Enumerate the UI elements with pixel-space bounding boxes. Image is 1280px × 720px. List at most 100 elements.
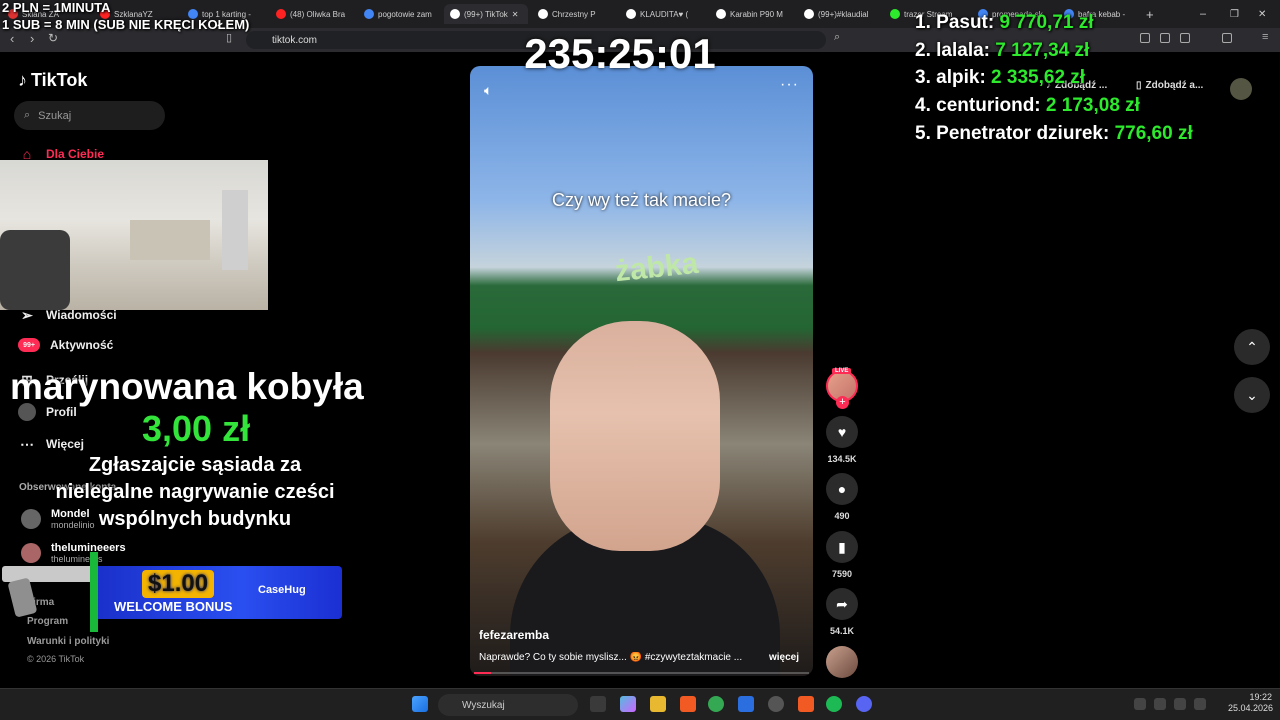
- comment-button[interactable]: ● 490: [826, 473, 858, 521]
- search-icon: ⌕: [24, 109, 31, 121]
- tiktok-icon: [804, 9, 814, 19]
- tab-3[interactable]: (48) Oliwka Bra: [276, 4, 352, 24]
- user-avatar[interactable]: [1230, 78, 1252, 100]
- wallet-icon[interactable]: [1180, 33, 1190, 43]
- kick-icon: [890, 9, 900, 19]
- share-count: 54.1K: [829, 626, 855, 636]
- chevron-down-icon: ⌄: [1246, 386, 1258, 403]
- copilot-icon[interactable]: [620, 696, 636, 712]
- discord-icon[interactable]: [856, 696, 872, 712]
- chevron-up-icon: ⌃: [1246, 338, 1258, 355]
- close-tab-icon[interactable]: ✕: [512, 10, 519, 19]
- task-view-icon[interactable]: [590, 696, 606, 712]
- sidebar-item-label: Więcej: [46, 437, 84, 451]
- minimize-icon[interactable]: –: [1200, 4, 1206, 24]
- tab-label: Karabin P90 M: [730, 9, 783, 19]
- taskbar-search-label: Wyszukaj: [462, 699, 505, 711]
- new-tab-button[interactable]: +: [1146, 4, 1160, 24]
- like-count: 134.5K: [827, 454, 857, 464]
- tiktok-icon: [626, 9, 636, 19]
- video-progress[interactable]: [474, 672, 809, 674]
- tab-8[interactable]: Karabin P90 M: [716, 4, 796, 24]
- reload-icon[interactable]: ↻: [48, 31, 58, 45]
- kitchen-shape: [130, 220, 210, 260]
- spotify-icon[interactable]: [826, 696, 842, 712]
- tab-label: (99+) TikTok: [464, 9, 508, 19]
- tab-6[interactable]: Chrzestny P: [538, 4, 614, 24]
- webcam-feed: [0, 160, 268, 310]
- close-window-icon[interactable]: ✕: [1258, 4, 1266, 24]
- tiktok-note-icon: ♪: [18, 70, 27, 90]
- tab-label: pogotowie zam: [378, 9, 432, 19]
- footer-copyright: © 2026 TikTok: [27, 654, 85, 664]
- file-explorer-icon[interactable]: [650, 696, 666, 712]
- sidebar-item-label: Wiadomości: [46, 308, 117, 322]
- save-count: 7590: [831, 569, 853, 579]
- bonus-text: WELCOME BONUS: [114, 599, 233, 614]
- tab-label: Chrzestny P: [552, 9, 596, 19]
- video-player[interactable]: żabka Czy wy też tak macie? 🔈︎ ··· fefez…: [470, 66, 813, 676]
- leaderboard-row: 1. Pasut: 9 770,71 zł: [915, 12, 1094, 33]
- shield-icon[interactable]: [1222, 33, 1232, 43]
- more-link[interactable]: więcej: [769, 652, 799, 663]
- next-video-button[interactable]: ⌄: [1234, 377, 1270, 413]
- search-input[interactable]: ⌕ Szukaj: [14, 101, 165, 130]
- more-icon: ⋯: [20, 435, 34, 452]
- video-description: Naprawde? Co ty sobie myslisz... 😡 #czyw…: [479, 652, 743, 663]
- fridge-shape: [222, 190, 248, 270]
- volume-icon[interactable]: 🔈︎: [484, 82, 492, 99]
- tab-active-tiktok[interactable]: (99+) TikTok ✕: [444, 4, 528, 24]
- network-icon[interactable]: [1154, 698, 1166, 710]
- tiktok-logo[interactable]: ♪ TikTok: [18, 70, 87, 91]
- stream-rule-1: 2 PLN = 1MINUTA: [2, 0, 111, 15]
- store-icon[interactable]: [738, 696, 754, 712]
- promo-chip[interactable]: ▯ Zdobądź a...: [1136, 80, 1203, 91]
- previous-video-button[interactable]: ⌃: [1234, 329, 1270, 365]
- translate-icon[interactable]: ⌕: [834, 31, 840, 44]
- tab-4[interactable]: pogotowie zam: [364, 4, 436, 24]
- mic-icon[interactable]: [1174, 698, 1186, 710]
- maximize-icon[interactable]: ❐: [1230, 4, 1239, 24]
- video-progress-fill: [474, 672, 491, 674]
- leaderboard-row: 3. alpik: 2 335,62 zł: [915, 67, 1086, 88]
- comment-icon: ●: [826, 473, 858, 505]
- tab-7[interactable]: KLAUDITA♥ (: [626, 4, 702, 24]
- share-button[interactable]: ➦ 54.1K: [826, 588, 858, 636]
- windows-start-icon[interactable]: [412, 696, 428, 712]
- tab-9[interactable]: (99+)#klaudial: [804, 4, 884, 24]
- footer-link-terms[interactable]: Warunki i polityki: [27, 636, 109, 647]
- chrome-icon[interactable]: [708, 696, 724, 712]
- extension-icon[interactable]: [1140, 33, 1150, 43]
- google-icon: [364, 9, 374, 19]
- save-button[interactable]: ▮ 7590: [826, 531, 858, 579]
- app-icon[interactable]: [768, 696, 784, 712]
- brave-active-icon[interactable]: [798, 696, 814, 712]
- clock-time: 19:22: [1249, 692, 1272, 702]
- music-disc[interactable]: [826, 646, 858, 678]
- forward-icon[interactable]: ›: [30, 31, 34, 46]
- subathon-timer: 235:25:01: [524, 30, 716, 77]
- phone-icon: ▯: [1136, 80, 1142, 91]
- sidebar-item-activity[interactable]: 99+ Aktywność: [18, 338, 113, 352]
- tab-favicon: [716, 9, 726, 19]
- video-author[interactable]: fefezaremba: [479, 628, 549, 642]
- more-options-icon[interactable]: ···: [780, 76, 799, 94]
- sidebar-icon[interactable]: [1160, 33, 1170, 43]
- tray-icon[interactable]: [1134, 698, 1146, 710]
- like-button[interactable]: ♥ 134.5K: [826, 416, 858, 464]
- taskbar-clock[interactable]: 19:22 25.04.2026: [1228, 692, 1273, 714]
- taskbar-search[interactable]: Wyszukaj: [438, 694, 578, 716]
- tab-label: KLAUDITA♥ (: [640, 9, 689, 19]
- volume-icon[interactable]: [1194, 698, 1206, 710]
- leaderboard-row: 2. lalala: 7 127,34 zł: [915, 40, 1090, 61]
- brave-icon[interactable]: [680, 696, 696, 712]
- back-icon[interactable]: ‹: [10, 31, 14, 46]
- leaderboard-row: 5. Penetrator dziurek: 776,60 zł: [915, 123, 1193, 144]
- bookmark-icon[interactable]: ▯: [226, 31, 232, 44]
- promo-label: Zdobądź a...: [1145, 80, 1204, 91]
- menu-icon[interactable]: ≡: [1262, 31, 1272, 43]
- taskbar: [0, 688, 1280, 720]
- tab-label: (48) Oliwka Bra: [290, 9, 346, 19]
- sidebar-item-more[interactable]: ⋯ Więcej: [18, 435, 84, 453]
- follow-plus-icon[interactable]: +: [836, 396, 849, 409]
